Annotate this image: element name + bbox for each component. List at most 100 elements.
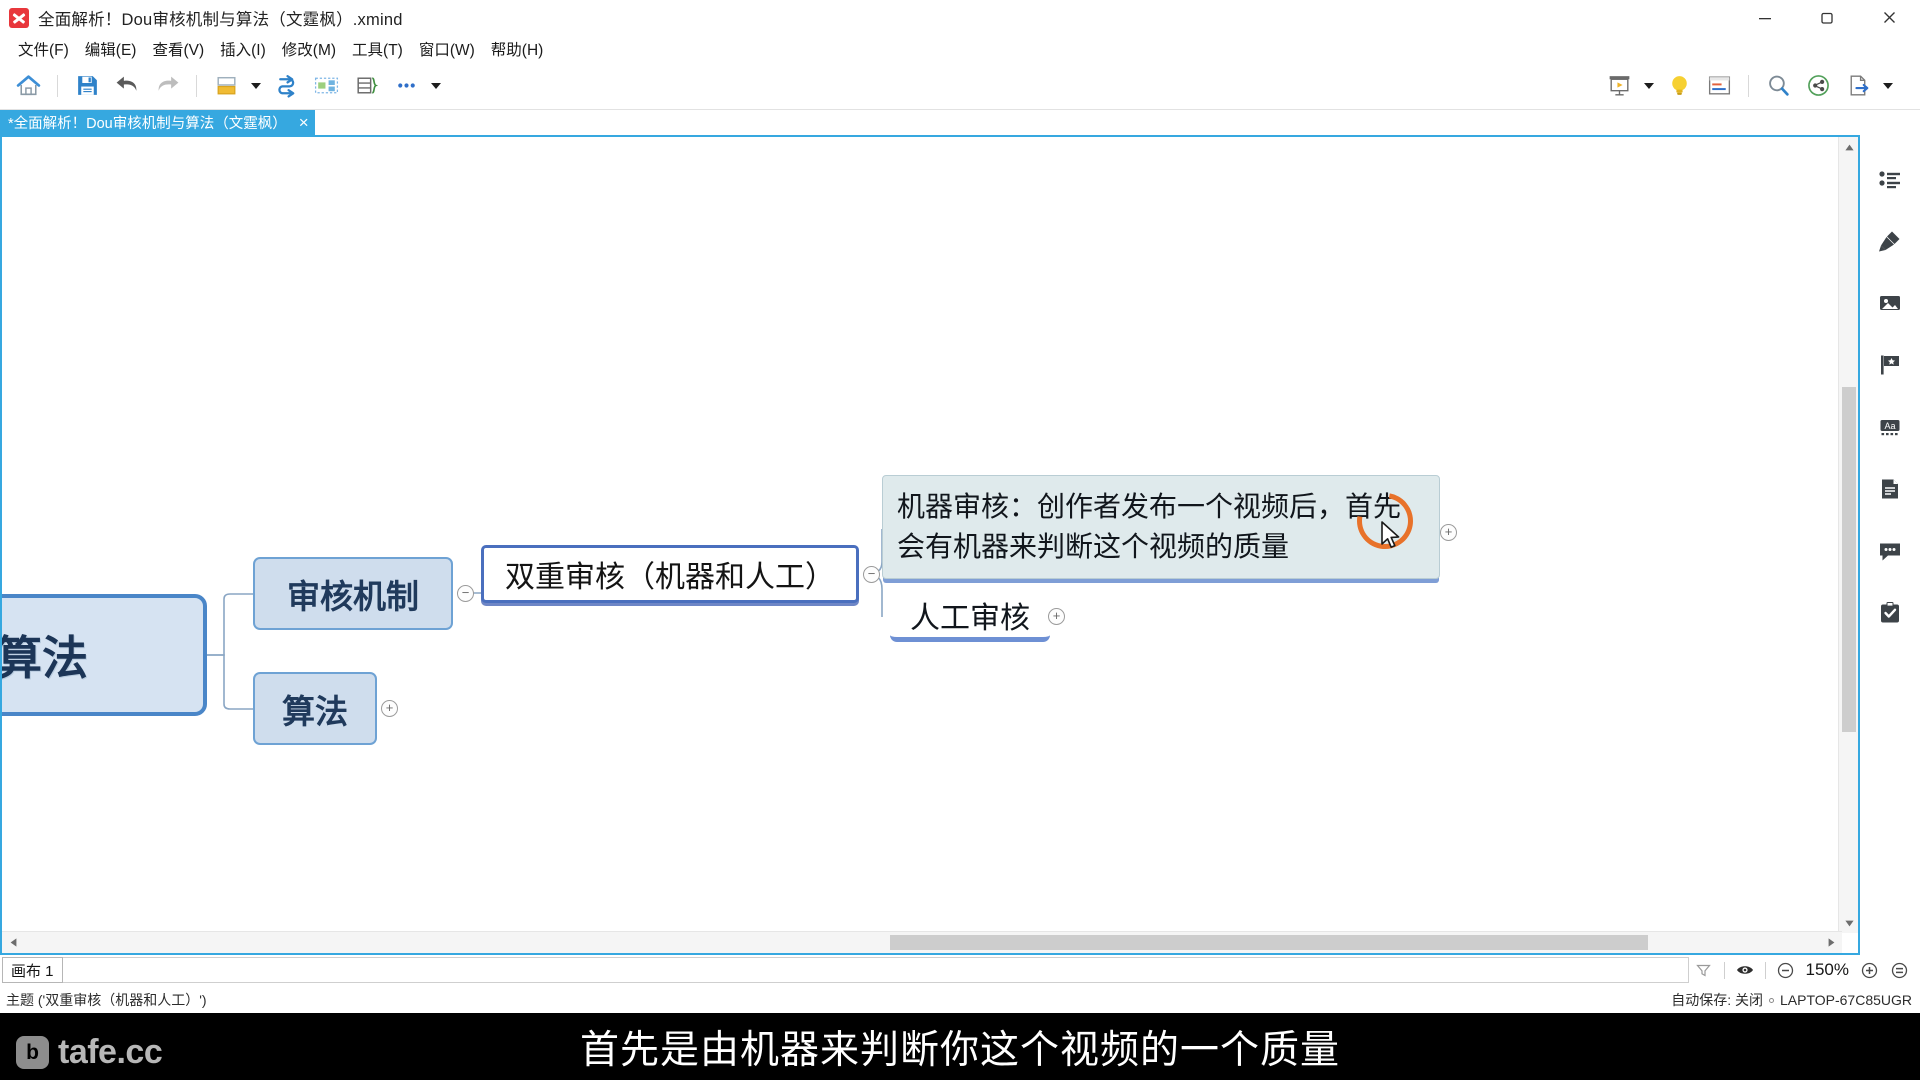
mindmap-node-shuangchongshenhe-label: 双重审核（机器和人工）	[481, 545, 859, 603]
menu-file[interactable]: 文件(F)	[10, 36, 77, 62]
mindmap-node-shenhejizhi-label: 审核机制	[253, 557, 453, 630]
rail-marker-icon[interactable]	[1868, 334, 1912, 396]
scroll-up-icon[interactable]	[1839, 137, 1858, 157]
menu-tools[interactable]: 工具(T)	[344, 36, 411, 62]
undo-icon[interactable]	[107, 66, 147, 106]
mindmap-node-suanfa[interactable]: 算法	[253, 672, 377, 745]
mindmap-node-rengongshenhe[interactable]: 人工审核	[890, 592, 1050, 642]
minimize-button[interactable]	[1734, 0, 1796, 35]
info-dot-separator	[1768, 997, 1774, 1003]
zoom-in-button[interactable]	[1854, 957, 1884, 983]
menu-insert[interactable]: 插入(I)	[212, 36, 274, 62]
info-status-bar: 主题 ('双重审核（机器和人工）') 自动保存: 关闭 LAPTOP-67C85…	[0, 987, 1920, 1013]
close-button[interactable]	[1858, 0, 1920, 35]
status-right-controls: 150%	[1689, 957, 1920, 983]
toolbar-separator-2	[196, 74, 197, 97]
vertical-scroll-thumb[interactable]	[1842, 387, 1856, 732]
right-sidebar-rail: Aa	[1860, 135, 1920, 955]
home-icon[interactable]	[8, 66, 48, 106]
menu-edit[interactable]: 编辑(E)	[77, 36, 145, 62]
window-controls	[1734, 0, 1920, 35]
more-icon[interactable]	[386, 66, 426, 106]
device-name: LAPTOP-67C85UGR	[1779, 992, 1912, 1008]
collapse-toggle-shuangchongshenhe[interactable]: −	[863, 566, 880, 583]
mindmap-node-shuangchongshenhe[interactable]: 双重审核（机器和人工）	[481, 545, 859, 603]
selection-info: 主题 ('双重审核（机器和人工）')	[6, 992, 207, 1008]
outline-icon[interactable]	[1699, 66, 1739, 106]
collapse-toggle-shenhejizhi[interactable]: −	[457, 585, 474, 602]
watermark: b tafe.cc	[16, 1033, 163, 1072]
canvas-horizontal-scrollbar[interactable]	[2, 931, 1842, 953]
rail-text-icon[interactable]: Aa	[1868, 396, 1912, 458]
scroll-left-icon[interactable]	[2, 932, 24, 953]
lightbulb-icon[interactable]	[1659, 66, 1699, 106]
presentation-icon[interactable]	[1599, 66, 1639, 106]
horizontal-scroll-thumb[interactable]	[890, 935, 1648, 950]
menu-help[interactable]: 帮助(H)	[483, 36, 552, 62]
mindmap-canvas-area: 与算法 审核机制 − 算法 + 双重审核（机器和人工） − 机器审核：创作者发布…	[0, 135, 1860, 955]
eye-icon[interactable]	[1730, 957, 1760, 983]
summary-icon[interactable]	[346, 66, 386, 106]
menu-window[interactable]: 窗口(W)	[411, 36, 483, 62]
document-tab[interactable]: *全面解析！Dou审核机制与算法（文霆枫） ×	[0, 110, 315, 135]
mindmap-node-shenhejizhi[interactable]: 审核机制	[253, 557, 453, 630]
redo-icon	[147, 66, 187, 106]
export-icon[interactable]	[1838, 66, 1878, 106]
chevron-down-icon[interactable]	[1878, 66, 1898, 106]
status-separator-1	[1723, 961, 1725, 979]
toolbar-separator-3	[1748, 74, 1749, 97]
mindmap-canvas[interactable]: 与算法 审核机制 − 算法 + 双重审核（机器和人工） − 机器审核：创作者发布…	[2, 137, 1838, 909]
rail-task-icon[interactable]	[1868, 582, 1912, 644]
toolbar-separator-1	[57, 74, 58, 97]
zoom-out-button[interactable]	[1771, 957, 1801, 983]
xmind-logo-icon	[9, 7, 29, 28]
boundary-icon[interactable]	[306, 66, 346, 106]
mindmap-root-node[interactable]: 与算法	[2, 594, 207, 716]
chevron-down-icon[interactable]	[1639, 66, 1659, 106]
window-title: 全面解析！Dou审核机制与算法（文霆枫）.xmind	[38, 10, 403, 29]
close-icon[interactable]: ×	[299, 114, 309, 131]
sheet-tab-empty-area[interactable]	[62, 957, 1689, 983]
share-icon[interactable]	[1798, 66, 1838, 106]
status-separator-2	[1764, 961, 1766, 979]
scroll-right-icon[interactable]	[1820, 932, 1842, 953]
toolbar-left-group	[0, 66, 446, 106]
expand-toggle-suanfa[interactable]: +	[381, 700, 398, 717]
rail-notes-icon[interactable]	[1868, 458, 1912, 520]
fit-to-screen-icon[interactable]	[1884, 957, 1914, 983]
svg-text:Aa: Aa	[1884, 421, 1895, 431]
topic-icon[interactable]	[206, 66, 246, 106]
menu-view[interactable]: 查看(V)	[144, 36, 212, 62]
mouse-pointer-icon	[1380, 521, 1404, 558]
filter-icon[interactable]	[1689, 957, 1719, 983]
subtitle-band: b tafe.cc 首先是由机器来判断你这个视频的一个质量	[0, 1013, 1920, 1080]
rail-image-icon[interactable]	[1868, 272, 1912, 334]
document-tab-strip: *全面解析！Dou审核机制与算法（文霆枫） ×	[0, 110, 1920, 135]
mindmap-node-jiqishenhe-label: 机器审核：创作者发布一个视频后，首先会有机器来判断这个视频的质量	[882, 475, 1440, 579]
mindmap-node-suanfa-label: 算法	[253, 672, 377, 745]
info-right-group: 自动保存: 关闭 LAPTOP-67C85UGR	[1671, 990, 1920, 1010]
chevron-down-icon[interactable]	[246, 66, 266, 106]
title-bar: 全面解析！Dou审核机制与算法（文霆枫）.xmind	[0, 0, 1920, 35]
mindmap-node-jiqishenhe[interactable]: 机器审核：创作者发布一个视频后，首先会有机器来判断这个视频的质量	[882, 475, 1440, 579]
watermark-badge-icon: b	[16, 1036, 49, 1069]
rail-outline-icon[interactable]	[1868, 148, 1912, 210]
expand-toggle-rengongshenhe[interactable]: +	[1048, 608, 1065, 625]
rail-style-icon[interactable]	[1868, 210, 1912, 272]
zoom-search-icon[interactable]	[1758, 66, 1798, 106]
maximize-button[interactable]	[1796, 0, 1858, 35]
sheet-tab-canvas1[interactable]: 画布 1	[2, 957, 63, 983]
relationship-icon[interactable]	[266, 66, 306, 106]
watermark-text: tafe.cc	[58, 1033, 163, 1071]
zoom-level-label: 150%	[1805, 960, 1849, 979]
document-tab-label: *全面解析！Dou审核机制与算法（文霆枫）	[8, 116, 287, 132]
sheet-status-bar: 画布 1 150%	[0, 955, 1920, 985]
autosave-status: 自动保存: 关闭	[1671, 992, 1763, 1008]
rail-comment-icon[interactable]	[1868, 520, 1912, 582]
expand-toggle-jiqishenhe[interactable]: +	[1440, 524, 1457, 541]
canvas-vertical-scrollbar[interactable]	[1838, 137, 1858, 933]
menu-modify[interactable]: 修改(M)	[274, 36, 344, 62]
chevron-down-icon[interactable]	[426, 66, 446, 106]
save-icon[interactable]	[67, 66, 107, 106]
scroll-down-icon[interactable]	[1839, 913, 1858, 933]
